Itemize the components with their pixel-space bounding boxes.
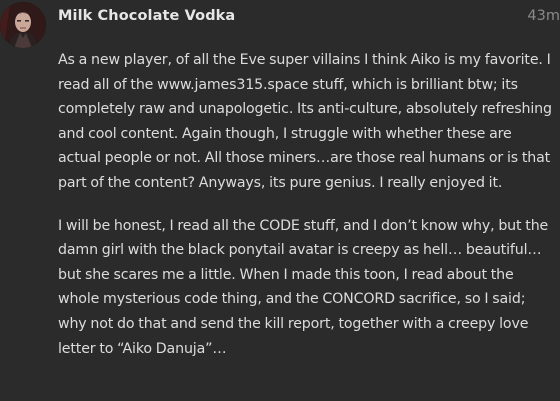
forum-post: Milk Chocolate Vodka 43m As a new player… [0,0,560,401]
user-avatar-icon[interactable] [0,2,46,48]
post-body: As a new player, of all the Eve super vi… [58,48,554,379]
post-header: Milk Chocolate Vodka 43m [58,8,560,30]
post-timestamp[interactable]: 43m [527,8,560,24]
post-paragraph-2: I will be honest, I read all the CODE st… [58,217,549,357]
author-name[interactable]: Milk Chocolate Vodka [58,8,235,24]
post-paragraph-1: As a new player, of all the Eve super vi… [58,52,552,191]
